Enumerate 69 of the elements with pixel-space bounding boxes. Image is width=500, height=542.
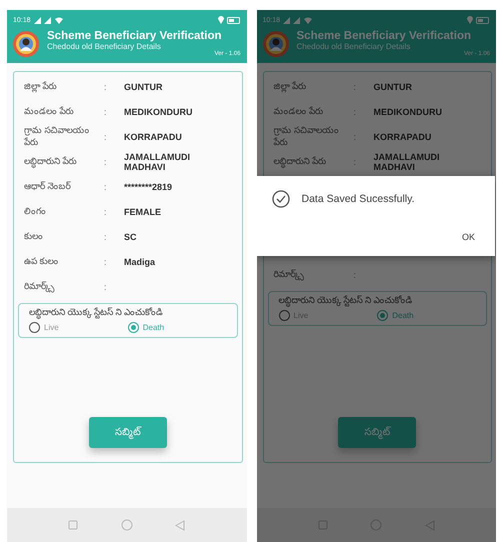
home-icon[interactable] [120, 519, 133, 531]
colon: : [104, 256, 108, 266]
app-title: Scheme Beneficiary Verification [47, 30, 222, 42]
radio-label: Death [392, 311, 414, 320]
colon: : [104, 106, 108, 116]
field-value: Madiga [124, 256, 156, 266]
field-label: లబ్ధిదారుని పేరు [24, 156, 104, 168]
radio-button[interactable] [29, 322, 40, 333]
colon: : [104, 182, 108, 192]
colon: : [104, 206, 108, 216]
submit-button[interactable]: సబ్మిట్ [88, 417, 167, 448]
field-label: గ్రామ సచివాలయం పేరు [24, 124, 91, 148]
signal-icon [283, 16, 302, 24]
field-value: KORRAPADU [124, 132, 183, 142]
field-label: రిమార్క్స్ [24, 280, 56, 292]
colon: : [104, 282, 108, 292]
field-label: రిమార్క్స్ [274, 268, 305, 280]
field-label: కులం [24, 230, 44, 242]
field-value: JAMALLAMUDI MADHAVI [124, 152, 191, 172]
app-subtitle: Chedodu old Beneficiary Details [47, 42, 162, 51]
battery-icon [226, 16, 240, 24]
field-value: FEMALE [124, 206, 162, 216]
signal-icon [34, 16, 52, 24]
submit-button[interactable]: సబ్మిట్ [338, 417, 416, 448]
radio-label: Live [44, 323, 59, 332]
field-label: గ్రామ సచివాలయం పేరు [274, 124, 340, 148]
status-question: లబ్ధిదారుని యొక్క స్టేటస్ ని ఎంచుకోండి [278, 295, 476, 307]
radio-button[interactable] [128, 322, 139, 333]
field-value: GUNTUR [124, 82, 164, 92]
colon: : [354, 132, 358, 142]
colon: : [104, 156, 108, 166]
field-value: ********2819 [124, 182, 174, 192]
radio-button[interactable] [377, 310, 388, 321]
field-label: జిల్లా పేరు [24, 80, 58, 92]
dialog-message: Data Saved Sucessfully. [302, 193, 415, 205]
wifi-icon [304, 16, 312, 24]
field-value: KORRAPADU [374, 132, 432, 142]
colon: : [354, 82, 358, 92]
colon: : [104, 132, 108, 142]
status-question: లబ్ధిదారుని యొక్క స్టేటస్ ని ఎంచుకోండి [29, 307, 226, 319]
field-value: JAMALLAMUDI MADHAVI [374, 152, 440, 172]
field-label: మండలం పేరు [24, 106, 75, 118]
field-label: జిల్లా పేరు [274, 80, 308, 92]
ok-button[interactable]: OK [458, 228, 479, 246]
location-icon [218, 16, 224, 24]
field-value: MEDIKONDURU [374, 106, 443, 116]
field-label: ఉప కులం [24, 256, 60, 268]
app-title: Scheme Beneficiary Verification [296, 30, 472, 42]
field-value: GUNTUR [374, 82, 413, 92]
colon: : [354, 156, 358, 166]
radio-label: Death [142, 323, 164, 332]
colon: : [104, 82, 108, 92]
colon: : [104, 232, 108, 242]
check-circle-icon [272, 190, 290, 208]
wifi-icon [54, 16, 63, 24]
app-subtitle: Chedodu old Beneficiary Details [296, 42, 412, 51]
field-label: లింగం [24, 206, 47, 218]
field-label: ఆధార్ నెంబర్ [24, 180, 72, 192]
field-value: SC [124, 232, 138, 242]
recents-icon[interactable] [68, 520, 78, 530]
location-icon [467, 16, 473, 24]
radio-button[interactable] [278, 310, 290, 321]
colon: : [354, 270, 358, 280]
field-label: లబ్ధిదారుని పేరు [274, 156, 354, 168]
field-value: MEDIKONDURU [124, 106, 194, 116]
battery-icon [476, 16, 490, 24]
colon: : [354, 106, 358, 116]
field-label: మండలం పేరు [274, 106, 324, 118]
back-icon[interactable] [175, 520, 186, 530]
